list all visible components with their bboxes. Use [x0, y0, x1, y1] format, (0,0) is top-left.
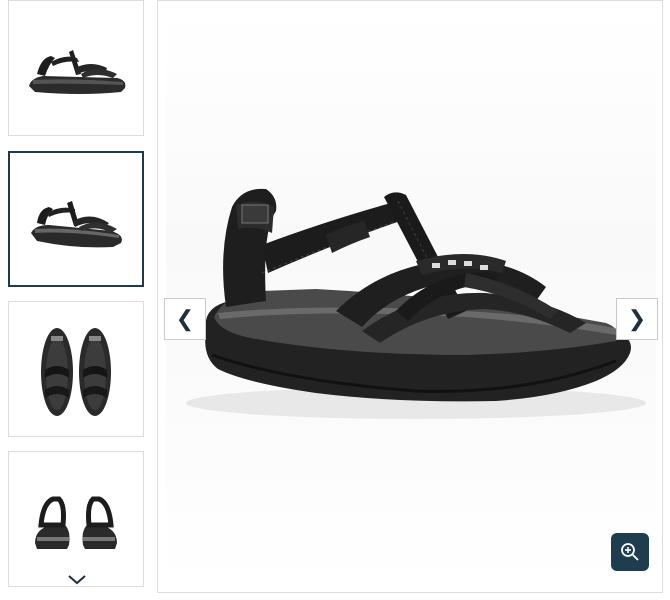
zoom-in-icon: [621, 543, 639, 561]
next-image-button[interactable]: ❯: [616, 298, 658, 340]
zoom-button[interactable]: [611, 533, 649, 571]
thumbnail-top-view[interactable]: [8, 301, 144, 437]
thumbnail-scroll-down-button[interactable]: [66, 572, 88, 588]
main-product-image[interactable]: [166, 11, 656, 581]
sandal-back-view-thumbnail: [35, 496, 117, 549]
previous-image-button[interactable]: ❮: [164, 298, 206, 340]
sandal-side-view-thumbnail: [29, 50, 126, 94]
thumbnail-rail: [8, 0, 146, 592]
thumbnail-side-view[interactable]: [8, 0, 144, 136]
sandal-top-view-thumbnail: [41, 328, 111, 416]
sandal-angle-view-thumbnail: [31, 201, 122, 248]
thumbnail-back-view[interactable]: [8, 451, 144, 587]
main-image-viewer: ❮ ❯: [157, 0, 663, 593]
black-leather-sandal: [186, 188, 646, 419]
chevron-down-icon: [68, 575, 86, 585]
thumbnail-angle-view[interactable]: [8, 151, 144, 287]
product-image-gallery: ❮ ❯: [0, 0, 670, 600]
